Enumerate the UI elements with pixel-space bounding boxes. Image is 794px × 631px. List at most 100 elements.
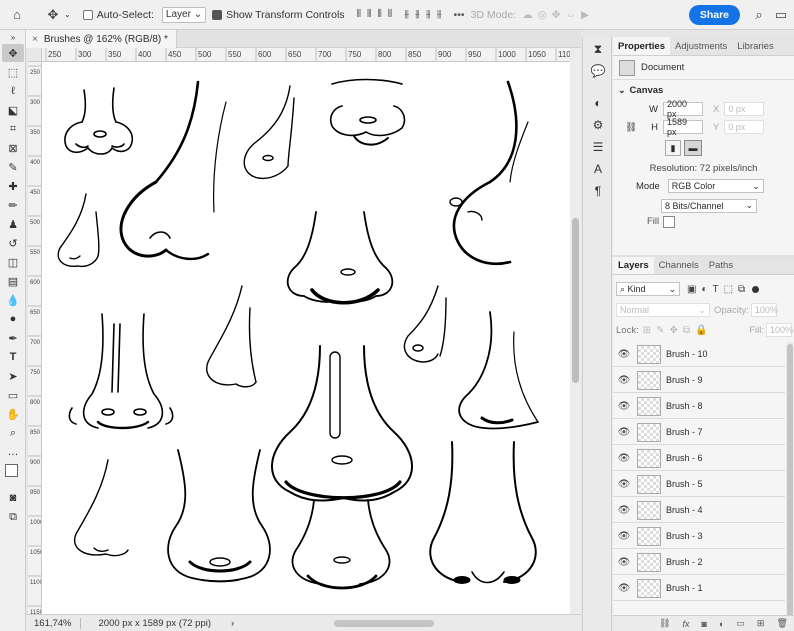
paragraph-icon[interactable]: ¶ bbox=[587, 181, 609, 201]
zoom-level[interactable]: 161,74% bbox=[34, 617, 81, 629]
layers-scrollbar[interactable] bbox=[786, 342, 794, 619]
layer-row[interactable]: 👁 Brush - 9 bbox=[613, 368, 785, 393]
layers-scrollbar-thumb[interactable] bbox=[787, 344, 793, 617]
visibility-eye-icon[interactable]: 👁 bbox=[613, 453, 635, 464]
show-transform-checkbox[interactable] bbox=[212, 9, 223, 20]
adjustments-panel-icon[interactable]: ◐ bbox=[587, 93, 609, 113]
horizontal-scrollbar[interactable] bbox=[334, 619, 435, 627]
layer-row[interactable]: 👁 Brush - 6 bbox=[613, 446, 785, 471]
tab-layers[interactable]: Layers bbox=[613, 257, 654, 274]
layer-name[interactable]: Brush - 7 bbox=[666, 427, 703, 437]
layer-row[interactable]: 👁 Brush - 7 bbox=[613, 420, 785, 445]
status-menu-arrow[interactable]: › bbox=[231, 618, 234, 629]
canvas-vertical-scrollbar[interactable] bbox=[570, 48, 581, 614]
layer-row[interactable]: 👁 Brush - 5 bbox=[613, 472, 785, 497]
marquee-tool-icon[interactable]: ⬚ bbox=[2, 63, 24, 81]
kind-filter-dropdown[interactable]: ⌕ Kind ⌄ bbox=[616, 282, 680, 296]
home-icon[interactable]: ⌂ bbox=[6, 4, 28, 26]
canvas[interactable] bbox=[42, 62, 570, 614]
layer-row[interactable]: 👁 Brush - 3 bbox=[613, 524, 785, 549]
visibility-eye-icon[interactable]: 👁 bbox=[613, 583, 635, 594]
layer-row[interactable]: 👁 Brush - 1 bbox=[613, 576, 785, 601]
new-layer-icon[interactable]: ⊞ bbox=[757, 618, 765, 629]
share-button[interactable]: Share bbox=[688, 4, 740, 25]
search-icon[interactable]: ⌕ bbox=[748, 4, 770, 26]
tab-channels[interactable]: Channels bbox=[654, 257, 704, 274]
color-swatches-icon[interactable] bbox=[2, 462, 24, 488]
width-field[interactable]: 2000 px bbox=[662, 99, 703, 119]
group-icon[interactable]: ▭ bbox=[736, 618, 745, 629]
eyedropper-tool-icon[interactable]: ✎ bbox=[2, 158, 24, 176]
gradient-tool-icon[interactable]: ▤ bbox=[2, 272, 24, 290]
bits-dropdown[interactable]: 8 Bits/Channel ⌄ bbox=[661, 198, 757, 213]
rectangle-tool-icon[interactable]: ▭ bbox=[2, 386, 24, 404]
link-layers-icon[interactable]: ⛓ bbox=[659, 618, 670, 629]
frame-tool-icon[interactable]: ⊠ bbox=[2, 139, 24, 157]
visibility-eye-icon[interactable]: 👁 bbox=[613, 479, 635, 490]
layer-name[interactable]: Brush - 5 bbox=[666, 479, 703, 489]
layer-name[interactable]: Brush - 4 bbox=[666, 505, 703, 515]
visibility-eye-icon[interactable]: 👁 bbox=[613, 427, 635, 438]
crop-tool-icon[interactable]: ⌗ bbox=[2, 120, 24, 138]
comments-icon[interactable]: 💬 bbox=[587, 61, 609, 81]
move-tool-icon[interactable]: ✥ bbox=[2, 44, 24, 62]
align-icons[interactable]: ⫴⫴⫴⫴ bbox=[357, 8, 399, 21]
history-icon[interactable]: ⧗ bbox=[587, 39, 609, 59]
layer-name[interactable]: Brush - 1 bbox=[666, 583, 703, 593]
dodge-tool-icon[interactable]: ● bbox=[2, 310, 24, 328]
layer-row[interactable]: 👁 Brush - 2 bbox=[613, 550, 785, 575]
scrollbar-thumb[interactable] bbox=[572, 218, 579, 383]
lasso-tool-icon[interactable]: ℓ bbox=[2, 82, 24, 100]
object-select-tool-icon[interactable]: ⬕ bbox=[2, 101, 24, 119]
height-field[interactable]: 1589 px bbox=[662, 117, 703, 137]
distribute-icons[interactable]: ⫵⫵⫵⫵ bbox=[404, 8, 447, 21]
more-options-icon[interactable]: ••• bbox=[454, 9, 465, 21]
layer-name[interactable]: Brush - 8 bbox=[666, 401, 703, 411]
visibility-eye-icon[interactable]: 👁 bbox=[613, 531, 635, 542]
layer-name[interactable]: Brush - 9 bbox=[666, 375, 703, 385]
auto-select-checkbox[interactable] bbox=[82, 9, 93, 20]
zoom-tool-icon[interactable]: ⌕ bbox=[2, 424, 24, 442]
layer-row[interactable]: 👁 Brush - 4 bbox=[613, 498, 785, 523]
layer-name[interactable]: Brush - 6 bbox=[666, 453, 703, 463]
mode-dropdown[interactable]: RGB Color ⌄ bbox=[667, 179, 764, 193]
document-tab[interactable]: × Brushes @ 162% (RGB/8) * bbox=[26, 30, 177, 48]
adjustment-layer-icon[interactable]: ◐ bbox=[719, 619, 724, 629]
visibility-eye-icon[interactable]: 👁 bbox=[613, 557, 635, 568]
workspace-icon[interactable]: ▭ bbox=[770, 4, 792, 26]
pen-tool-icon[interactable]: ✒ bbox=[2, 329, 24, 347]
healing-brush-icon[interactable]: ✚ bbox=[2, 177, 24, 195]
clone-stamp-icon[interactable]: ♟ bbox=[2, 215, 24, 233]
eraser-tool-icon[interactable]: ◫ bbox=[2, 253, 24, 271]
brush-tool-icon[interactable]: ✏ bbox=[2, 196, 24, 214]
fx-icon[interactable]: fx bbox=[682, 619, 689, 629]
collapse-chevron-icon[interactable]: » bbox=[2, 31, 24, 43]
layer-name[interactable]: Brush - 2 bbox=[666, 557, 703, 567]
layer-row[interactable]: 👁 Brush - 8 bbox=[613, 394, 785, 419]
tab-properties[interactable]: Properties bbox=[613, 37, 670, 55]
visibility-eye-icon[interactable]: 👁 bbox=[613, 505, 635, 516]
chevron-down-icon[interactable]: ⌄ bbox=[618, 85, 626, 96]
fill-swatch[interactable] bbox=[663, 215, 676, 228]
properties-panel-icon[interactable]: ⚙ bbox=[587, 115, 609, 135]
tab-adjustments[interactable]: Adjustments bbox=[670, 37, 732, 55]
move-tool-preset-icon[interactable]: ✥ bbox=[42, 4, 64, 26]
filter-icons[interactable]: ▣◐T⬚⧉ bbox=[687, 284, 750, 295]
type-tool-icon[interactable]: T bbox=[2, 348, 24, 366]
mask-icon[interactable]: ◙ bbox=[701, 619, 706, 629]
hand-tool-icon[interactable]: ✋ bbox=[2, 405, 24, 423]
quick-mask-icon[interactable]: ◙ bbox=[2, 489, 24, 507]
landscape-orientation-icon[interactable]: ▬ bbox=[684, 140, 702, 156]
layer-name[interactable]: Brush - 10 bbox=[666, 349, 708, 359]
character-icon[interactable]: A bbox=[587, 159, 609, 179]
path-select-tool-icon[interactable]: ➤ bbox=[2, 367, 24, 385]
visibility-eye-icon[interactable]: 👁 bbox=[613, 375, 635, 386]
more-tools-icon[interactable]: … bbox=[2, 443, 24, 461]
visibility-eye-icon[interactable]: 👁 bbox=[613, 401, 635, 412]
auto-select-dropdown[interactable]: Layer ⌄ bbox=[161, 6, 207, 23]
chevron-down-icon[interactable]: ⌄ bbox=[64, 10, 71, 19]
tab-libraries[interactable]: Libraries bbox=[732, 37, 778, 55]
link-icon[interactable]: ⛓ bbox=[625, 122, 637, 133]
screen-mode-icon[interactable]: ⧉ bbox=[2, 508, 24, 526]
blur-tool-icon[interactable]: 💧 bbox=[2, 291, 24, 309]
